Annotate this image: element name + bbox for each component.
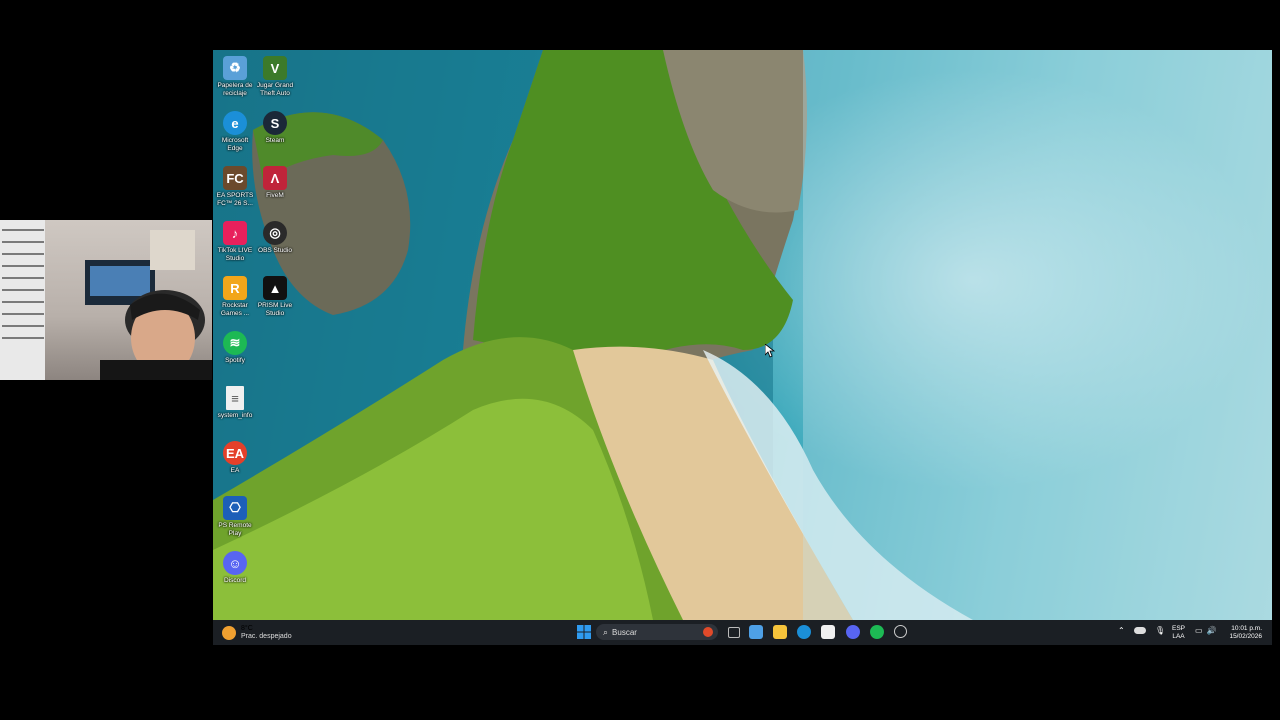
desktop-icon-ea[interactable]: EA EA — [213, 441, 257, 475]
desktop-icon-label: Discord — [223, 577, 247, 584]
tiktok-icon: ♪ — [223, 221, 247, 245]
discord-icon: ☺ — [223, 551, 247, 575]
weather-icon — [222, 625, 236, 640]
desktop-icon-gta[interactable]: V Jugar Grand Theft Auto — [253, 56, 297, 97]
search-placeholder: Buscar — [612, 627, 637, 637]
ea-fc-icon: FC — [223, 166, 247, 190]
widgets-button[interactable] — [749, 625, 763, 639]
webcam-overlay — [0, 220, 212, 380]
desktop-icon-label: TikTok LIVE Studio — [217, 247, 253, 262]
taskbar — [213, 620, 1272, 645]
webcam-feed — [0, 220, 212, 380]
weather-description: Prac. despejado — [241, 632, 292, 640]
edge-taskbar-button[interactable] — [797, 625, 811, 639]
desktop-icon-steam[interactable]: S Steam — [253, 111, 297, 145]
edge-icon: e — [223, 111, 247, 135]
language-indicator[interactable]: ESP LAA — [1172, 625, 1185, 640]
cloud-icon — [1134, 627, 1146, 634]
desktop-icon-label: EA — [230, 467, 240, 474]
network-icon: ▭ — [1195, 626, 1203, 635]
prism-icon: ▲ — [263, 276, 287, 300]
desktop-icon-prism[interactable]: ▲ PRISM Live Studio — [253, 276, 297, 317]
steam-icon: S — [263, 111, 287, 135]
clock-time: 10:01 p.m. — [1231, 625, 1262, 632]
desktop-wallpaper: ♻ Papelera de reciclaje V Jugar Grand Th… — [213, 50, 1272, 620]
microsoft-store-button[interactable] — [821, 625, 835, 639]
desktop-icon-tiktok[interactable]: ♪ TikTok LIVE Studio — [213, 221, 257, 262]
search-highlight-icon — [703, 627, 713, 637]
file-explorer-button[interactable] — [773, 625, 787, 639]
desktop-icon-label: FiveM — [266, 192, 284, 199]
desktop-icon-system-info[interactable]: ≡ system_info — [213, 386, 257, 420]
keyboard-layout: LAA — [1172, 632, 1185, 640]
clock[interactable]: 10:01 p.m. 15/02/2026 — [1222, 625, 1262, 640]
desktop-icon-label: Microsoft Edge — [221, 137, 249, 152]
rockstar-icon: R — [223, 276, 247, 300]
weather-widget[interactable]: 8°C Prac. despejado — [222, 620, 292, 645]
desktop-icon-label: Jugar Grand Theft Auto — [256, 82, 294, 97]
desktop-icon-discord[interactable]: ☺ Discord — [213, 551, 257, 585]
mouse-cursor-icon — [765, 344, 775, 358]
network-volume-tray[interactable]: ▭ 🔊 — [1195, 626, 1217, 635]
spotify-taskbar-button[interactable] — [870, 625, 884, 639]
search-icon: ⌕ — [603, 626, 609, 637]
fivem-icon: Λ — [263, 166, 287, 190]
obs-icon: ◎ — [263, 221, 287, 245]
chevron-up-icon: ⌃ — [1118, 626, 1125, 635]
clock-date: 15/02/2026 — [1229, 632, 1262, 640]
desktop-icon-obs[interactable]: ◎ OBS Studio — [253, 221, 297, 255]
desktop-icon-label: Rockstar Games ... — [220, 302, 250, 317]
desktop-icon-edge[interactable]: e Microsoft Edge — [213, 111, 257, 152]
desktop-icon-label: Papelera de reciclaje — [217, 82, 253, 97]
ea-icon: EA — [223, 441, 247, 465]
onedrive-tray[interactable] — [1134, 627, 1146, 635]
windows-start-button[interactable] — [577, 625, 591, 639]
desktop-icon-label: system_info — [217, 412, 253, 419]
windows-start-icon — [577, 625, 591, 639]
desktop-icon-ps-remote-play[interactable]: ⎔ PS Remote Play — [213, 496, 257, 537]
language-code: ESP — [1172, 625, 1186, 632]
obs-taskbar-button[interactable] — [894, 625, 907, 638]
desktop-icon-label: EA SPORTS FC™ 26 S... — [216, 192, 254, 207]
weather-temperature: 8°C — [241, 624, 253, 632]
task-view-icon — [728, 627, 740, 638]
desktop-icon-rockstar[interactable]: R Rockstar Games ... — [213, 276, 257, 317]
desktop-icons: ♻ Papelera de reciclaje V Jugar Grand Th… — [213, 50, 313, 620]
file-icon: ≡ — [226, 386, 244, 410]
ps-remote-play-icon: ⎔ — [223, 496, 247, 520]
desktop-icon-label: PS Remote Play — [218, 522, 252, 537]
microphone-tray[interactable]: 🎙 — [1155, 626, 1165, 635]
desktop-icon-recycle-bin[interactable]: ♻ Papelera de reciclaje — [213, 56, 257, 97]
desktop-icon-label: PRISM Live Studio — [257, 302, 293, 317]
tray-overflow-chevron[interactable]: ⌃ — [1118, 626, 1125, 635]
taskbar-search-box[interactable]: ⌕ Buscar — [596, 624, 718, 640]
desktop-icon-label: Steam — [265, 137, 285, 144]
gta-icon: V — [263, 56, 287, 80]
desktop-icon-ea-fc[interactable]: FC EA SPORTS FC™ 26 S... — [213, 166, 257, 207]
spotify-icon: ≋ — [223, 331, 247, 355]
discord-taskbar-button[interactable] — [846, 625, 860, 639]
desktop-icon-label: OBS Studio — [258, 247, 292, 254]
desktop-icon-spotify[interactable]: ≋ Spotify — [213, 331, 257, 365]
desktop-icon-label: Spotify — [225, 357, 245, 364]
recycle-bin-icon: ♻ — [223, 56, 247, 80]
microphone-icon: 🎙 — [1155, 626, 1166, 635]
task-view-button[interactable] — [726, 625, 740, 639]
volume-icon: 🔊 — [1206, 626, 1217, 635]
wallpaper-scenery — [213, 50, 1272, 620]
desktop-icon-fivem[interactable]: Λ FiveM — [253, 166, 297, 200]
